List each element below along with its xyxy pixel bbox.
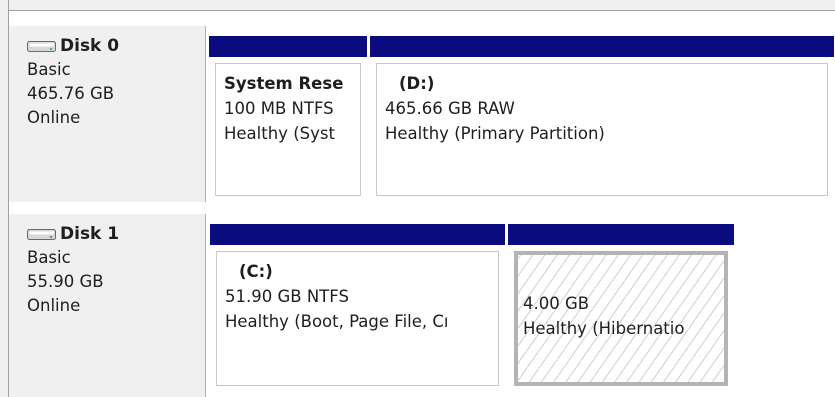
partition-size: 51.90 GB NTFS: [225, 287, 349, 306]
disk-type: Basic: [27, 60, 71, 79]
partition-status: Healthy (Syst: [224, 124, 335, 143]
partition-system-reserved[interactable]: System Rese 100 MB NTFS Healthy (Syst: [209, 36, 367, 202]
disk-status: Online: [27, 296, 81, 315]
partition-header: [210, 224, 505, 245]
left-frame: [0, 0, 9, 397]
hard-disk-icon: [27, 228, 57, 241]
partition-header: [508, 224, 734, 245]
partition-body: System Rese 100 MB NTFS Healthy (Syst: [215, 63, 361, 196]
disk-status: Online: [27, 108, 81, 127]
partition-body-selected: 4.00 GB Healthy (Hibernatio: [514, 251, 728, 386]
partition-status: Healthy (Hibernatio: [523, 319, 685, 338]
partition-c[interactable]: (C:) 51.90 GB NTFS Healthy (Boot, Page F…: [210, 224, 505, 392]
partition-hibernation[interactable]: 4.00 GB Healthy (Hibernatio: [508, 224, 734, 392]
partition-size: 465.66 GB RAW: [385, 99, 515, 118]
top-frame: [0, 0, 835, 11]
partition-header: [370, 36, 834, 57]
disk-0-name-row: Disk 0: [27, 34, 205, 58]
disk-1-label[interactable]: Disk 1 Basic 55.90 GB Online: [9, 214, 206, 397]
disk-row-separator: [206, 202, 835, 214]
partition-title: (D:): [399, 74, 435, 93]
partition-size: 100 MB NTFS: [224, 99, 334, 118]
partition-body: (C:) 51.90 GB NTFS Healthy (Boot, Page F…: [216, 251, 499, 386]
partition-body: (D:) 465.66 GB RAW Healthy (Primary Part…: [376, 63, 828, 196]
disk-name: Disk 0: [60, 36, 120, 56]
disk-size: 55.90 GB: [27, 272, 104, 291]
partition-title: System Rese: [224, 74, 344, 93]
partition-d[interactable]: (D:) 465.66 GB RAW Healthy (Primary Part…: [370, 36, 834, 202]
disk-0-label[interactable]: Disk 0 Basic 465.76 GB Online: [9, 26, 206, 202]
disk-name: Disk 1: [60, 224, 120, 244]
partition-status: Healthy (Boot, Page File, Cı: [225, 312, 449, 331]
partition-header: [209, 36, 367, 57]
disk-size: 465.76 GB: [27, 84, 115, 103]
hard-disk-icon: [27, 40, 57, 53]
disk-1-name-row: Disk 1: [27, 222, 205, 246]
partition-status: Healthy (Primary Partition): [385, 124, 605, 143]
partition-title: (C:): [239, 262, 273, 281]
disk-type: Basic: [27, 248, 71, 267]
partition-size: 4.00 GB: [523, 294, 590, 313]
